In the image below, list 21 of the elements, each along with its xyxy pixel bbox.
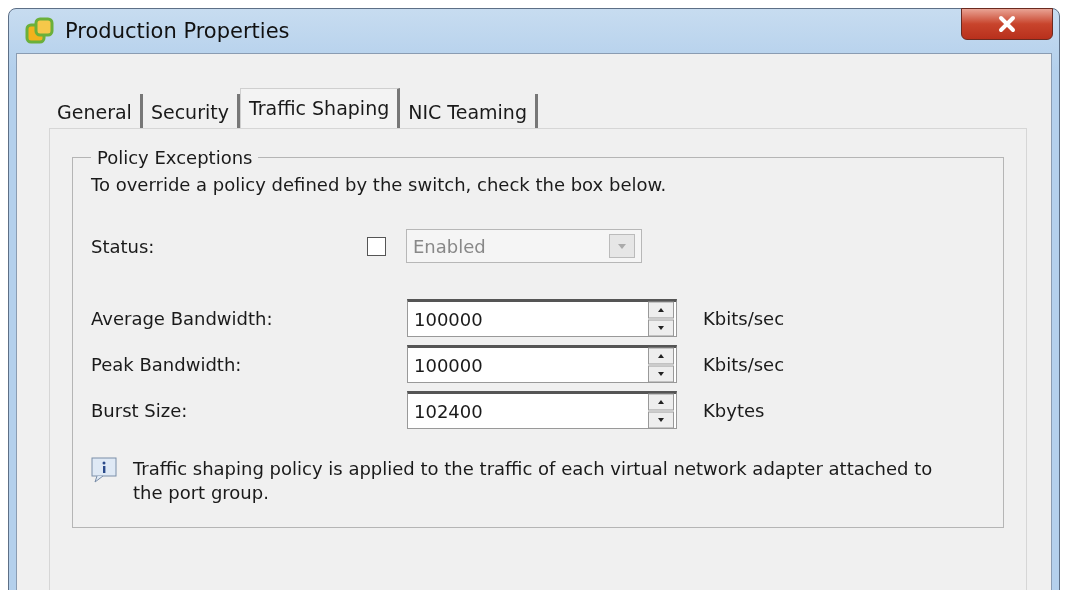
field-label: Burst Size: <box>91 399 189 421</box>
field-label: Average Bandwidth: <box>91 307 274 329</box>
number-spinner[interactable]: 100000 <box>407 345 677 383</box>
spin-arrows-icon <box>648 347 674 383</box>
group-title: Policy Exceptions <box>96 147 254 168</box>
status-label: Status: <box>91 235 156 257</box>
unit-label: Kbits/sec <box>703 307 785 329</box>
note-text: Traffic shaping policy is applied to the traffic of each virtual network adapter attached to the port group. <box>133 457 934 505</box>
field-label: Peak Bandwidth: <box>91 353 243 375</box>
spin-arrows-icon <box>648 301 674 337</box>
number-spinner[interactable]: 102400 <box>407 391 677 429</box>
window-title: Production Properties <box>65 19 291 43</box>
number-spinner[interactable]: 100000 <box>407 299 677 337</box>
spin-arrows-icon <box>648 393 674 429</box>
app-icon <box>25 16 55 46</box>
close-button[interactable] <box>961 8 1053 40</box>
unit-label: Kbits/sec <box>703 353 785 375</box>
close-icon <box>997 15 1017 33</box>
unit-label: Kbytes <box>703 399 765 421</box>
tab[interactable]: Traffic Shaping <box>239 88 401 128</box>
instruction-text: To override a policy defined by the switch, check the box below. <box>91 174 668 195</box>
